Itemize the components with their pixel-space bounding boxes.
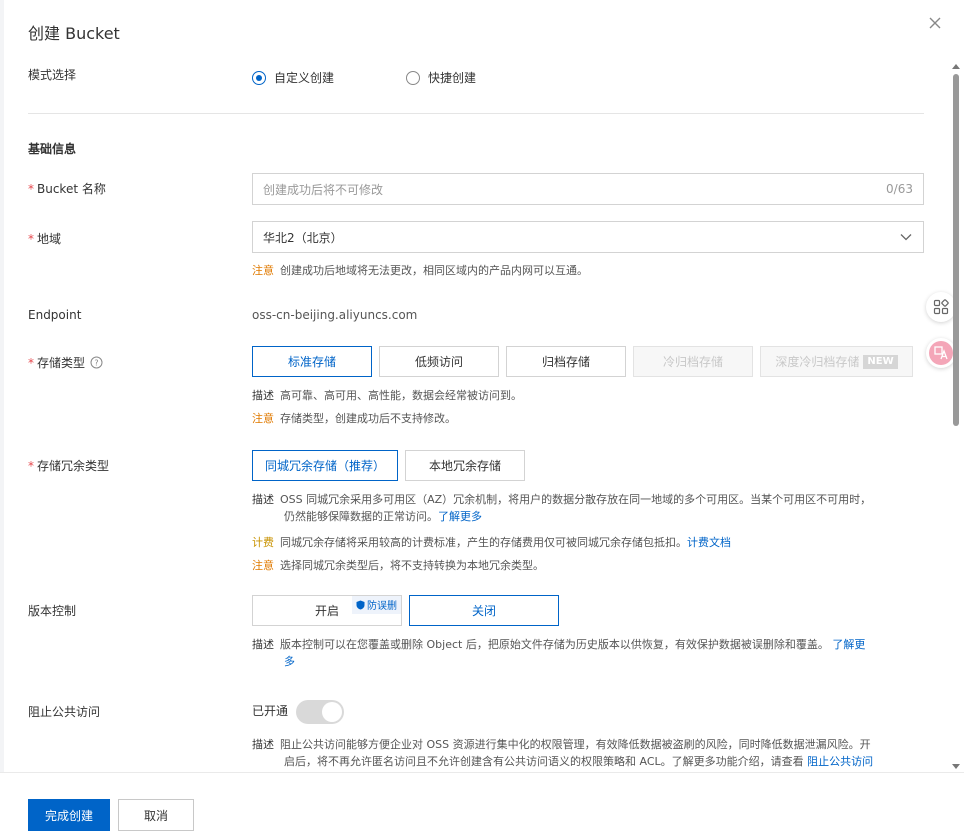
section-basic-info: 基础信息 <box>28 142 77 156</box>
region-note: 注意 创建成功后地域将无法更改，相同区域内的产品内网可以互通。 <box>252 264 588 277</box>
redundancy-fee: 计费 同城冗余存储将采用较高的计费标准，产生的存储费用仅可被同城冗余存储包抵扣。计… <box>252 536 731 549</box>
apps-icon <box>933 299 949 315</box>
storage-cold-archive-option: 冷归档存储 <box>633 346 753 377</box>
versioning-desc: 描述 版本控制可以在您覆盖或删除 Object 后，把原始文件存储为历史版本以供恢… <box>252 638 866 668</box>
required-mark: * <box>28 232 34 246</box>
redundancy-desc: 描述 OSS 同城冗余采用多可用区（AZ）冗余机制，将用户的数据分散存放在同一地域… <box>252 493 872 523</box>
storage-ia-option[interactable]: 低频访问 <box>379 346 499 377</box>
billing-doc-link[interactable]: 计费文档 <box>687 536 731 549</box>
storage-class-note: 注意 存储类型，创建成功后不支持修改。 <box>252 412 456 425</box>
endpoint-value: oss-cn-beijing.aliyuncs.com <box>252 308 418 322</box>
scroll-down-icon[interactable] <box>952 762 960 770</box>
mode-custom-label: 自定义创建 <box>274 71 335 85</box>
storage-class-label: * 存储类型 ? <box>28 354 103 371</box>
versioning-on-option[interactable]: 开启 防误删 <box>252 595 402 626</box>
versioning-off-option[interactable]: 关闭 <box>409 595 559 626</box>
public-access-status: 已开通 <box>252 704 289 718</box>
required-mark: * <box>28 182 34 196</box>
char-counter: 0/63 <box>886 182 913 196</box>
learn-more-link[interactable]: 了解更多 <box>438 510 482 523</box>
toggle-knob <box>322 702 342 722</box>
confirm-create-button[interactable]: 完成创建 <box>28 799 110 831</box>
block-public-access-link[interactable]: 阻止公共访问 <box>807 755 873 768</box>
shield-icon <box>356 600 365 609</box>
radio-dot <box>252 70 266 85</box>
cancel-button[interactable]: 取消 <box>118 799 194 831</box>
storage-standard-option[interactable]: 标准存储 <box>252 346 372 377</box>
redundancy-note: 注意 选择同城冗余类型后，将不支持转换为本地冗余类型。 <box>252 559 544 572</box>
redundancy-lrs-option[interactable]: 本地冗余存储 <box>405 450 525 481</box>
radio-dot <box>406 70 420 85</box>
help-icon[interactable]: ? <box>90 356 103 369</box>
endpoint-label: Endpoint <box>28 308 82 322</box>
mode-quick-label: 快捷创建 <box>428 71 477 85</box>
region-value: 华北2（北京） <box>263 230 343 245</box>
anti-delete-tag: 防误删 <box>352 596 401 614</box>
bucket-name-input[interactable]: 创建成功后将不可修改 0/63 <box>252 173 924 205</box>
svg-text:?: ? <box>94 359 98 368</box>
versioning-learn-more-link[interactable]: 了解更 <box>832 638 865 651</box>
required-mark: * <box>28 459 34 473</box>
region-label: * 地域 <box>28 232 62 246</box>
versioning-learn-more-link-cont[interactable]: 多 <box>284 655 295 668</box>
scrollbar-thumb[interactable] <box>953 74 959 426</box>
mode-label: 模式选择 <box>28 68 77 82</box>
mode-custom-radio[interactable]: 自定义创建 <box>252 69 334 86</box>
redundancy-zrs-option[interactable]: 同城冗余存储（推荐） <box>252 450 398 481</box>
required-mark: * <box>28 355 34 370</box>
scroll-up-icon[interactable] <box>952 63 960 71</box>
divider <box>28 113 924 114</box>
versioning-label: 版本控制 <box>28 604 77 618</box>
new-badge: NEW <box>863 354 898 369</box>
bucket-name-label: * Bucket 名称 <box>28 182 106 196</box>
panel-edge <box>0 0 4 839</box>
storage-deep-cold-archive-option: 深度冷归档存储 NEW <box>760 346 913 377</box>
page-title: 创建 Bucket <box>28 24 120 43</box>
public-access-desc: 描述 阻止公共访问能够方便企业对 OSS 资源进行集中化的权限管理，有效降低数据被… <box>252 738 874 768</box>
bucket-name-placeholder: 创建成功后将不可修改 <box>263 182 384 197</box>
mode-quick-radio[interactable]: 快捷创建 <box>406 69 476 86</box>
public-access-toggle[interactable] <box>296 700 344 724</box>
storage-class-desc: 描述 高可靠、高可用、高性能，数据会经常被访问到。 <box>252 389 522 402</box>
storage-archive-option[interactable]: 归档存储 <box>506 346 626 377</box>
chevron-down-icon <box>900 234 912 241</box>
create-bucket-panel: 创建 Bucket 模式选择 自定义创建 快捷创建 基础信息 * Bucket 名… <box>0 0 964 839</box>
public-access-label: 阻止公共访问 <box>28 705 101 719</box>
region-select[interactable]: 华北2（北京） <box>252 221 924 253</box>
close-icon[interactable] <box>926 14 944 32</box>
redundancy-label: * 存储冗余类型 <box>28 459 110 473</box>
